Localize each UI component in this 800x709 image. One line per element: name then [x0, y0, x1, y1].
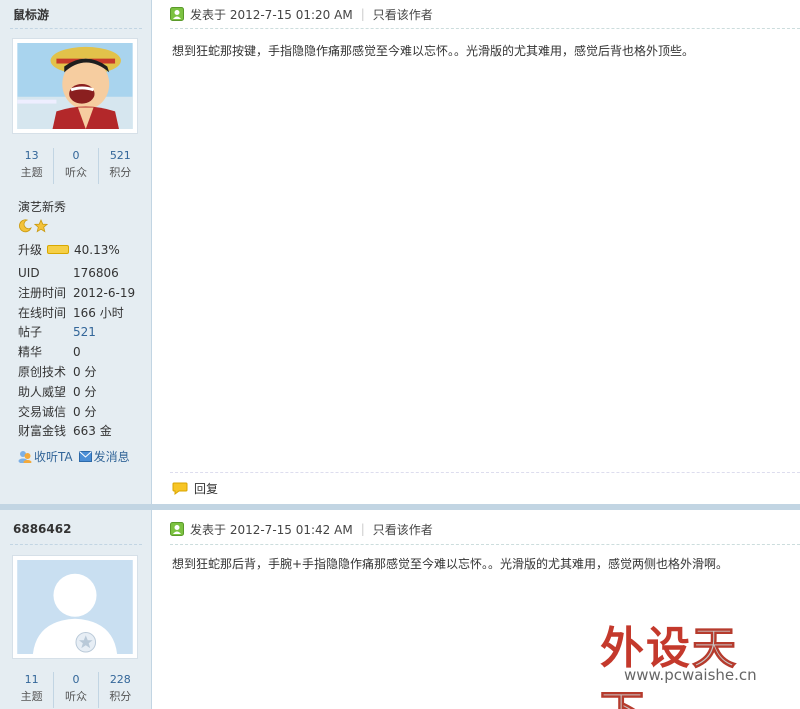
author-name-link[interactable]: 6886462 [13, 522, 71, 536]
profile-row-prestige: 助人威望 0 分 [18, 384, 97, 399]
online-status-icon [170, 7, 184, 21]
author-sidebar: 鼠标游 13 主题 0 听众 521 积分 演艺新秀 升级 40.13% UID… [0, 0, 152, 504]
moon-medal-icon [19, 219, 32, 233]
stat-followers[interactable]: 0 听众 [54, 672, 99, 708]
medal-row [18, 219, 48, 233]
only-author-link[interactable]: 只看该作者 [373, 521, 433, 538]
profile-row-online: 在线时间 166 小时 [18, 305, 124, 320]
profile-row-trade: 交易诚信 0 分 [18, 404, 97, 419]
star-medal-icon [34, 219, 48, 233]
stat-threads[interactable]: 11 主题 [10, 672, 55, 708]
stat-threads[interactable]: 13 主题 [10, 148, 55, 184]
user-stats: 11 主题 0 听众 228 积分 [10, 672, 142, 708]
profile-row-posts: 帖子 521 [18, 325, 96, 340]
divider [170, 472, 800, 473]
profile-row-uid: UID 176806 [18, 266, 119, 280]
stat-followers[interactable]: 0 听众 [54, 148, 99, 184]
user-stats: 13 主题 0 听众 521 积分 [10, 148, 142, 184]
user-group[interactable]: 演艺新秀 [18, 198, 66, 215]
avatar-luffy-image [17, 43, 133, 129]
follow-button[interactable]: 收听TA [18, 448, 73, 466]
divider [170, 544, 800, 545]
envelope-icon [78, 450, 92, 462]
divider [10, 544, 142, 545]
default-avatar-image [17, 560, 133, 654]
avatar[interactable] [12, 38, 138, 134]
divider [10, 28, 142, 29]
author-sidebar: 6886462 11 主题 0 听众 228 积分 [0, 510, 152, 709]
post-content: 想到狂蛇那后背，手腕+手指隐隐作痛那感觉至今难以忘怀。。光滑版的尤其难用，感觉两… [172, 557, 729, 571]
site-watermark: 外设天下 www.pcwaishe.cn [600, 612, 780, 709]
send-message-button[interactable]: 发消息 [78, 448, 130, 465]
post-meta: 发表于 2012-7-15 01:20 AM | 只看该作者 [170, 5, 433, 23]
post-1: 鼠标游 13 主题 0 听众 521 积分 演艺新秀 升级 40.13% UID… [0, 0, 800, 504]
follow-icon [18, 450, 32, 464]
reply-bubble-icon [172, 482, 188, 495]
reply-button[interactable]: 回复 [172, 480, 218, 497]
profile-row-original: 原创技术 0 分 [18, 364, 97, 379]
profile-row-digest: 精华 0 [18, 345, 81, 360]
post-timestamp: 发表于 2012-7-15 01:42 AM [190, 522, 353, 537]
only-author-link[interactable]: 只看该作者 [373, 6, 433, 23]
watermark-logo: 外设天下 [600, 623, 738, 709]
online-status-icon [170, 522, 184, 536]
stat-points[interactable]: 521 积分 [99, 148, 142, 184]
profile-info: UID 176806 注册时间 2012-6-19 在线时间 166 小时 帖子 521… [18, 264, 135, 442]
stat-points[interactable]: 228 积分 [99, 672, 142, 708]
post-meta: 发表于 2012-7-15 01:42 AM | 只看该作者 [170, 520, 433, 538]
post-body: 发表于 2012-7-15 01:20 AM | 只看该作者 想到狂蛇那按键，手… [153, 0, 800, 504]
user-actions: 收听TA 发消息 [18, 448, 130, 466]
author-name-link[interactable]: 鼠标游 [13, 6, 49, 23]
watermark-url: www.pcwaishe.cn [624, 666, 757, 684]
level-bar [47, 245, 70, 254]
post-timestamp: 发表于 2012-7-15 01:20 AM [190, 7, 353, 22]
profile-row-wealth: 财富金钱 663 金 [18, 424, 112, 439]
level-progress: 升级 40.13% [18, 242, 120, 258]
divider [170, 28, 800, 29]
post-content: 想到狂蛇那按键，手指隐隐作痛那感觉至今难以忘怀。。光滑版的尤其难用，感觉后背也格… [172, 44, 695, 58]
avatar[interactable] [12, 555, 138, 659]
profile-row-register: 注册时间 2012-6-19 [18, 285, 136, 300]
